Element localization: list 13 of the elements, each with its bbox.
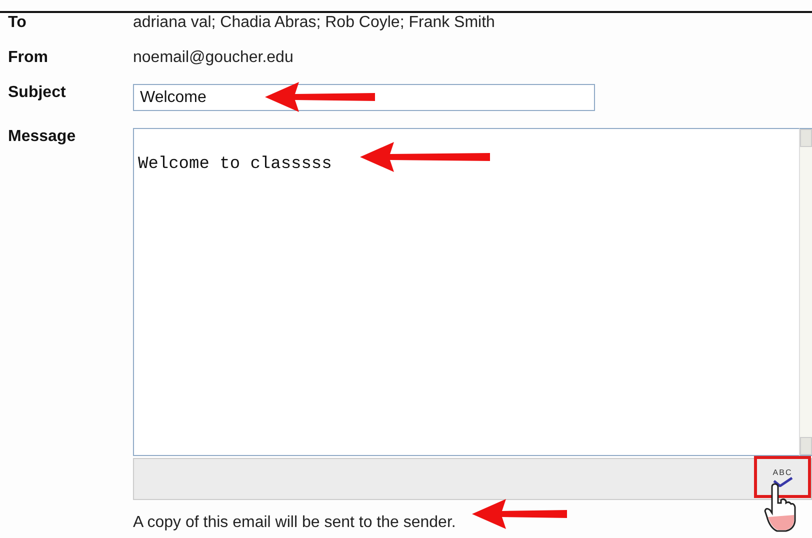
field-value: adriana val; Chadia Abras; Rob Coyle; Frank Smith — [133, 14, 495, 32]
field-label: From — [7, 49, 49, 67]
subject-field[interactable]: Welcome — [133, 84, 595, 111]
field-label: Subject — [7, 84, 67, 102]
field-label: Message — [7, 128, 77, 146]
spellcheck-button[interactable]: ABC — [754, 456, 811, 498]
scrollbar[interactable] — [799, 128, 812, 456]
field-value: noemail@goucher.edu — [133, 49, 294, 67]
message-field[interactable]: Welcome to classsss — [133, 128, 799, 456]
copy-notice: A copy of this email will be sent to the sender. — [132, 514, 457, 532]
hand-cursor-icon — [764, 483, 798, 533]
checkmark-icon — [772, 476, 794, 486]
field-label: To — [7, 14, 28, 32]
